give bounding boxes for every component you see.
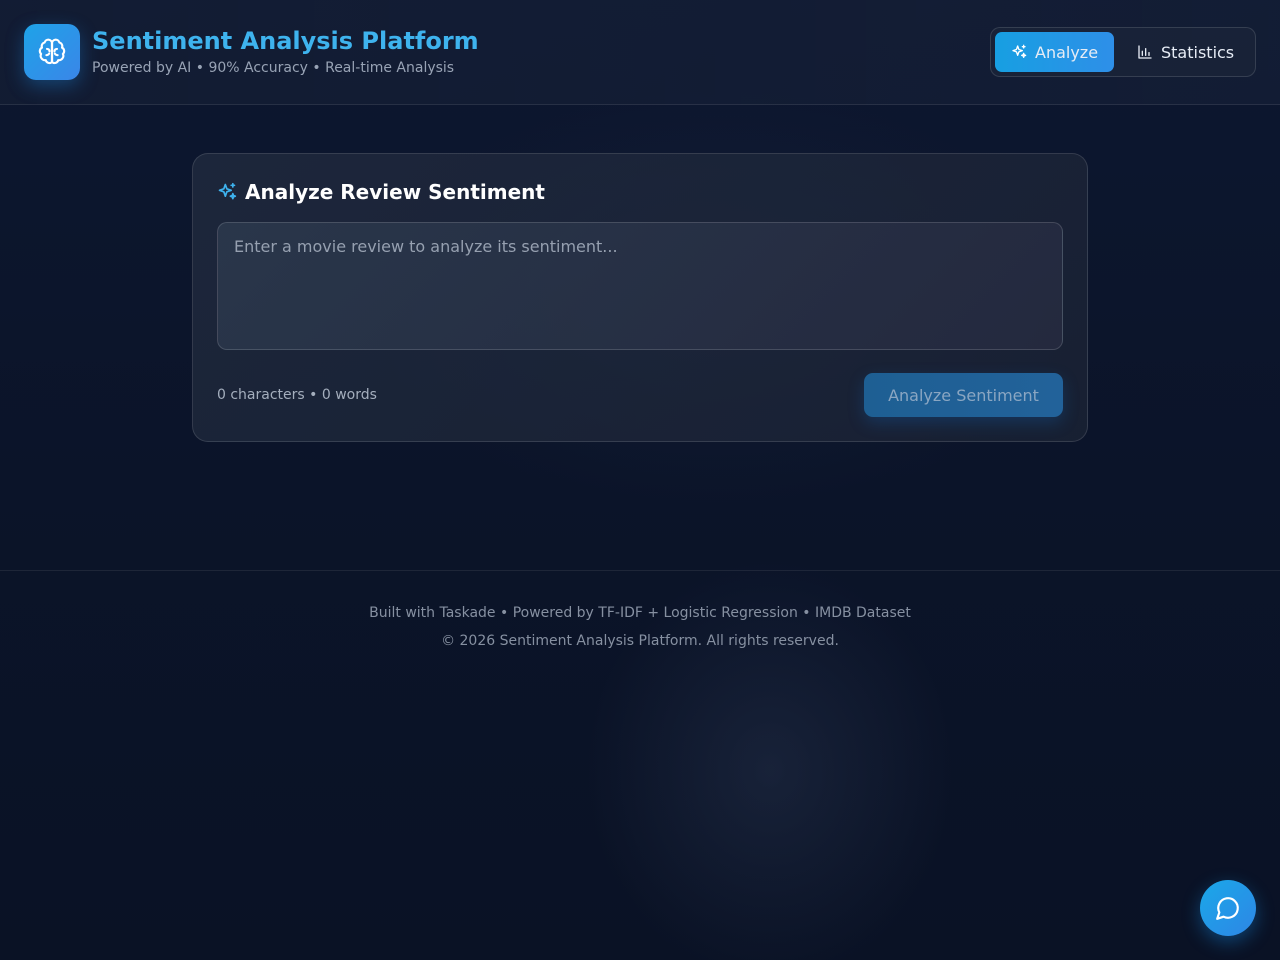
- nav-statistics-label: Statistics: [1161, 42, 1235, 62]
- main-nav: Analyze Statistics: [990, 27, 1256, 77]
- analyze-card: Analyze Review Sentiment 0 characters • …: [192, 153, 1088, 442]
- app-header: Sentiment Analysis Platform Powered by A…: [0, 0, 1280, 105]
- nav-analyze-button[interactable]: Analyze: [995, 32, 1114, 72]
- app-logo: [24, 24, 80, 80]
- card-title: Analyze Review Sentiment: [245, 180, 545, 204]
- chat-button[interactable]: [1200, 880, 1256, 936]
- app-title: Sentiment Analysis Platform: [92, 27, 479, 55]
- analyze-sentiment-button[interactable]: Analyze Sentiment: [864, 373, 1063, 417]
- brain-icon: [38, 38, 66, 65]
- character-word-count: 0 characters • 0 words: [217, 387, 377, 403]
- review-input[interactable]: [217, 222, 1063, 350]
- app-subtitle: Powered by AI • 90% Accuracy • Real-time…: [92, 60, 455, 76]
- footer-credits: Built with Taskade • Powered by TF-IDF +…: [369, 605, 911, 621]
- sparkles-icon: [218, 182, 237, 200]
- nav-statistics-button[interactable]: Statistics: [1123, 32, 1251, 72]
- sparkles-icon: [1012, 44, 1027, 58]
- nav-analyze-label: Analyze: [1035, 42, 1099, 62]
- chat-bubble-icon: [1216, 897, 1239, 920]
- bar-chart-icon: [1138, 45, 1152, 59]
- page-footer: Built with Taskade • Powered by TF-IDF +…: [0, 570, 1280, 960]
- footer-copyright: © 2026 Sentiment Analysis Platform. All …: [441, 633, 839, 649]
